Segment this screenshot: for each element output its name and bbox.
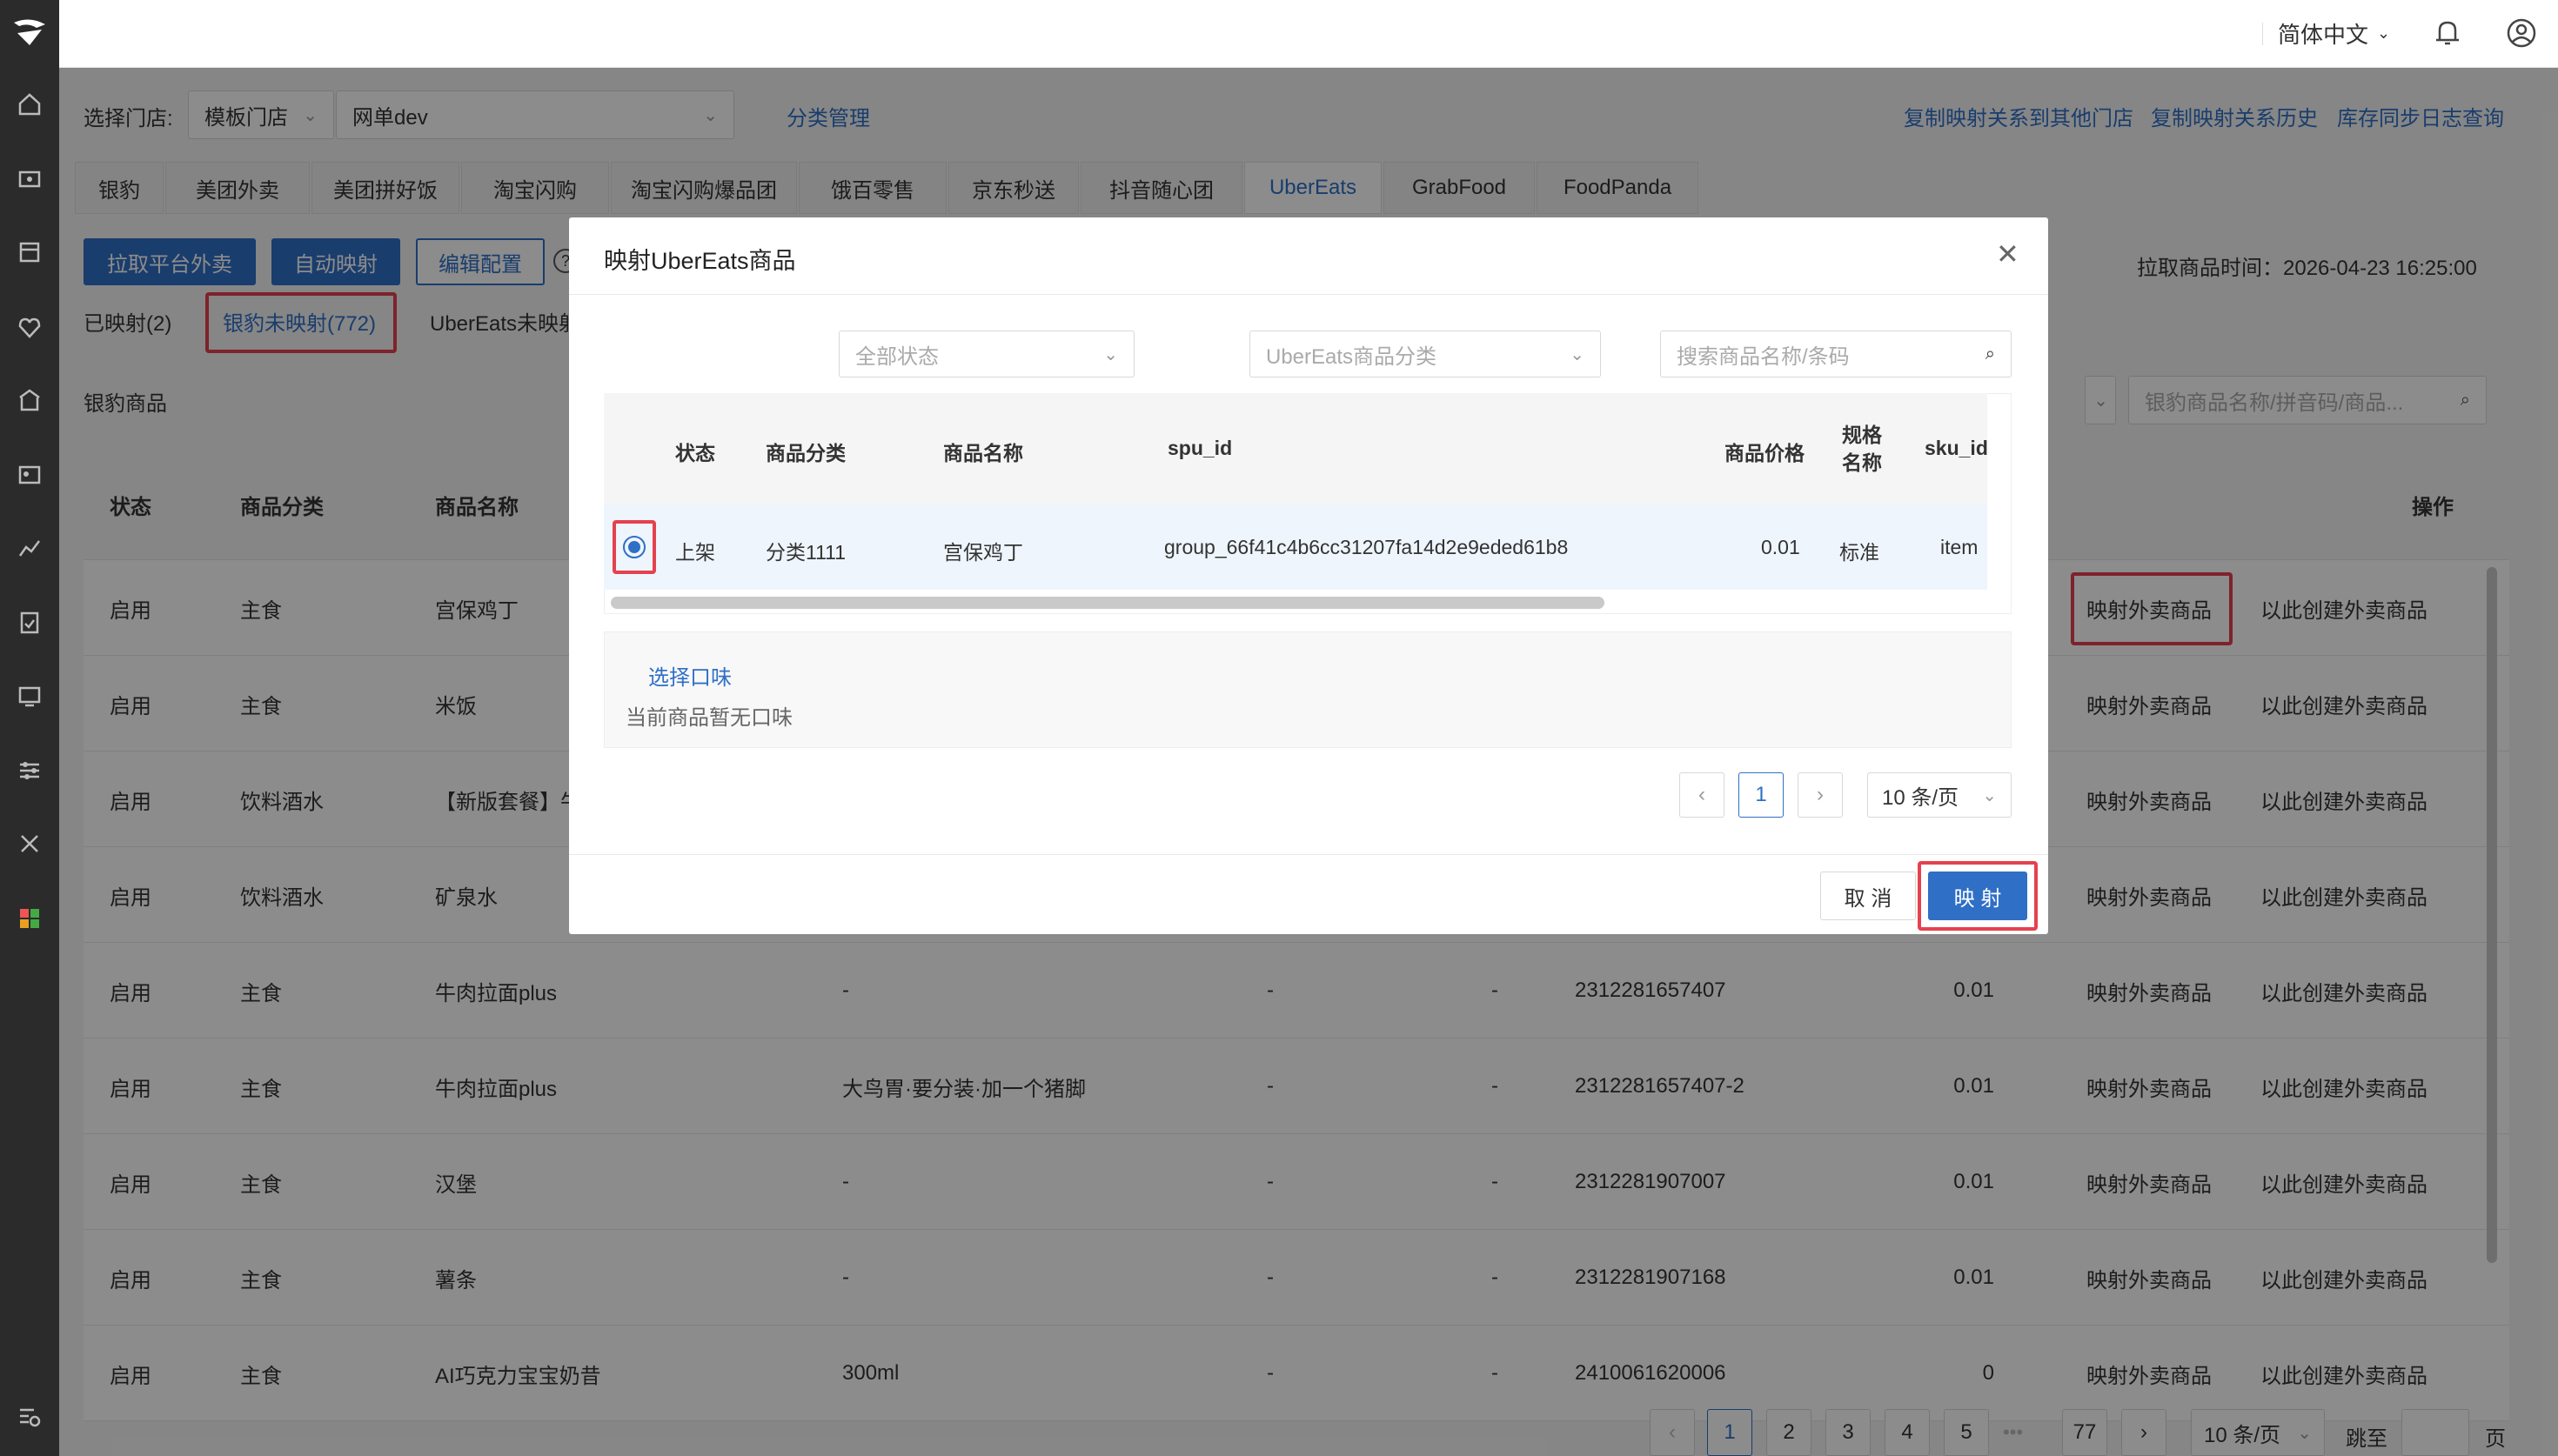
search-icon: ⌕ <box>1985 344 1995 364</box>
report-icon[interactable] <box>12 531 47 565</box>
logo-icon[interactable] <box>0 0 59 66</box>
next-page-button[interactable]: › <box>1798 772 1843 818</box>
divider <box>2262 23 2263 45</box>
settings-sliders-icon[interactable] <box>12 753 47 788</box>
horizontal-scrollbar[interactable] <box>611 597 1604 609</box>
row-sku: item <box>1940 536 1979 558</box>
cashier-icon[interactable] <box>12 162 47 197</box>
radio-checked-icon <box>623 536 646 558</box>
prev-page-button[interactable]: ‹ <box>1679 772 1724 818</box>
modal-title: 映射UberEats商品 <box>604 248 796 274</box>
home-icon[interactable] <box>12 87 47 122</box>
divider <box>569 854 2048 855</box>
header-price: 商品价格 <box>1724 442 1805 464</box>
row-category: 分类1111 <box>766 541 847 564</box>
page-button[interactable]: 1 <box>1738 772 1784 818</box>
uber-category-placeholder: UberEats商品分类 <box>1266 344 1437 369</box>
status-filter-select[interactable]: 全部状态 ⌄ <box>839 331 1135 377</box>
close-icon[interactable]: ✕ <box>1996 240 2019 268</box>
divider <box>569 294 2048 295</box>
cancel-button[interactable]: 取 消 <box>1820 872 1916 920</box>
chevron-down-icon: ⌄ <box>1570 344 1584 364</box>
apps-icon[interactable] <box>12 901 47 936</box>
staff-icon[interactable] <box>12 458 47 492</box>
user-avatar-icon[interactable] <box>2506 17 2537 54</box>
sidebar <box>0 0 59 1456</box>
language-label: 简体中文 <box>2278 22 2369 48</box>
store-icon[interactable] <box>12 383 47 417</box>
promotion-icon[interactable] <box>12 678 47 713</box>
language-select[interactable]: 简体中文 ⌄ <box>2278 17 2390 50</box>
chevron-down-icon: ⌄ <box>2377 24 2391 42</box>
chevron-down-icon: ⌄ <box>1982 785 1997 805</box>
flavor-panel: 选择口味 当前商品暂无口味 <box>604 631 2012 748</box>
flavor-empty-text: 当前商品暂无口味 <box>626 706 793 730</box>
select-flavor-link[interactable]: 选择口味 <box>648 660 732 691</box>
modal-page-size-select[interactable]: 10 条/页 ⌄ <box>1867 772 2012 818</box>
search-menu-icon[interactable] <box>12 1400 47 1435</box>
row-name: 宫保鸡丁 <box>943 541 1023 564</box>
member-icon[interactable] <box>12 310 47 344</box>
status-filter-placeholder: 全部状态 <box>855 344 939 369</box>
header-spu: spu_id <box>1168 437 1233 459</box>
chevron-down-icon: ⌄ <box>1103 344 1118 364</box>
tools-icon[interactable] <box>12 826 47 861</box>
goods-icon[interactable] <box>12 235 47 270</box>
top-bar: 简体中文 ⌄ <box>59 0 2558 68</box>
modal-search-input[interactable]: 搜索商品名称/条码 ⌕ <box>1660 331 2012 377</box>
row-spu: group_66f41c4b6cc31207fa14d2e9eded61b8 <box>1164 536 1569 558</box>
modal-page-size-value: 10 条/页 <box>1882 785 1959 810</box>
modal-table-header: 状态 商品分类 商品名称 spu_id 商品价格 规格名称 sku_id <box>604 393 1988 504</box>
header-status: 状态 <box>675 442 715 464</box>
document-icon[interactable] <box>12 605 47 640</box>
row-spec: 标准 <box>1839 541 1879 564</box>
map-confirm-button[interactable]: 映 射 <box>1928 872 2027 920</box>
select-radio[interactable] <box>613 520 656 574</box>
header-spec: 规格名称 <box>1842 424 1882 474</box>
uber-category-select[interactable]: UberEats商品分类 ⌄ <box>1249 331 1601 377</box>
header-category: 商品分类 <box>766 442 846 464</box>
modal-table-row[interactable]: 上架 分类1111 宫保鸡丁 group_66f41c4b6cc31207fa1… <box>604 504 1987 590</box>
map-ubereats-modal: 映射UberEats商品 ✕ 全部状态 ⌄ UberEats商品分类 ⌄ 搜索商品名… <box>569 217 2048 934</box>
row-price: 0.01 <box>1761 536 1800 558</box>
modal-search-placeholder: 搜索商品名称/条码 <box>1677 344 1850 369</box>
header-sku: sku_id <box>1925 437 1988 459</box>
bell-icon[interactable] <box>2433 17 2462 54</box>
row-status: 上架 <box>675 541 715 564</box>
header-name: 商品名称 <box>943 442 1023 464</box>
